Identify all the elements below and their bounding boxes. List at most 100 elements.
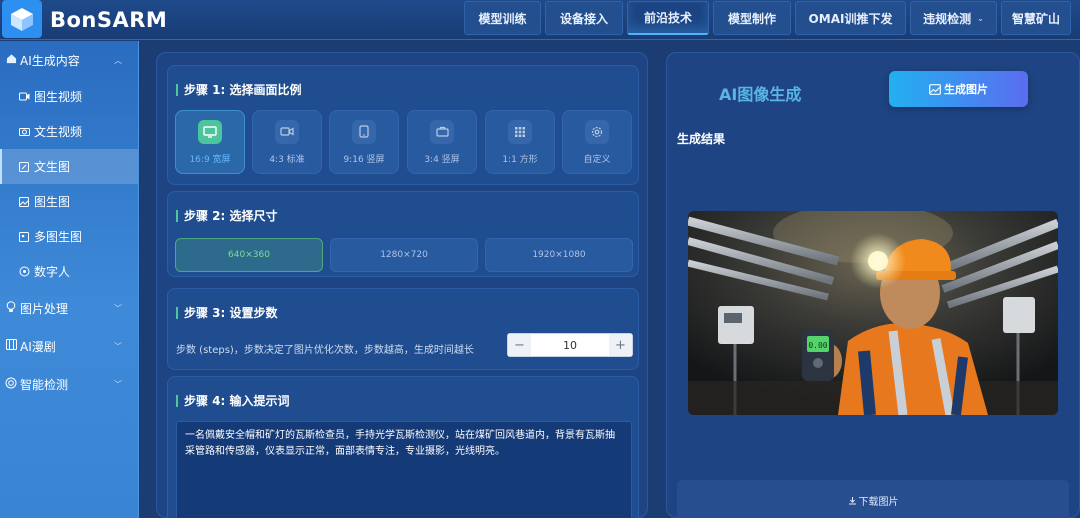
video-icon [18,92,30,102]
top-nav: 模型训练 设备接入 前沿技术 模型制作 OMAI训推下发 违规检测 ⌄ 智慧矿山 [464,1,1071,35]
settings-icon [585,119,609,144]
circle-play-icon [18,266,30,277]
generate-label: 生成图片 [944,83,988,96]
result-title: 生成结果 [677,132,726,146]
ratio-option-4-3[interactable]: 4:3 标准 [252,110,322,174]
ratio-label: 9:16 竖屏 [343,154,385,165]
sidebar-group-image-processing[interactable]: 图片处理 ﹀ [0,289,138,327]
chevron-down-icon: ﹀ [114,341,122,351]
sidebar-item-label: 文生图 [34,160,71,174]
sidebar-group-label: AI漫剧 [20,339,56,354]
bulb-icon [4,300,18,316]
ratio-label: 1:1 方形 [502,154,538,165]
nav-smart-mine[interactable]: 智慧矿山 [1001,1,1071,35]
download-icon [848,496,857,505]
logo-cube-icon [2,0,42,38]
ratio-label: 4:3 标准 [269,154,305,165]
ai-image-title: AI图像生成 [719,85,802,104]
steps-description: 步数 (steps)，步数决定了图片优化次数，步数越高，生成时间越长 [176,345,474,356]
ratio-option-9-16[interactable]: 9:16 竖屏 [329,110,399,174]
multi-image-icon [18,231,30,242]
nav-model-making[interactable]: 模型制作 [713,1,791,35]
step1-card: 步骤 1: 选择画面比例 16:9 宽屏 4:3 标准 9:16 竖屏 3:4 … [167,65,639,185]
nav-device-access[interactable]: 设备接入 [545,1,623,35]
nav-label: 模型制作 [727,11,776,26]
chevron-up-icon: ︿ [114,55,122,65]
top-bar: BonSARM 模型训练 设备接入 前沿技术 模型制作 OMAI训推下发 违规检… [0,0,1080,40]
sidebar-item-label: 图生视频 [34,90,83,104]
sidebar-item-image-to-image[interactable]: 图生图 [0,184,138,219]
result-panel: AI图像生成 生成图片 生成结果 0.00 下载图片 [666,52,1080,518]
step2-title: 步骤 2: 选择尺寸 [176,210,278,222]
generation-settings-panel: 步骤 1: 选择画面比例 16:9 宽屏 4:3 标准 9:16 竖屏 3:4 … [156,52,648,518]
camera-icon [18,127,30,137]
generated-image: 0.00 [688,211,1058,415]
nav-violation-detection[interactable]: 违规检测 ⌄ [910,1,997,35]
ratio-option-16-9[interactable]: 16:9 宽屏 [175,110,245,174]
image-icon [929,83,941,95]
target-icon [4,377,18,392]
nav-label: OMAI训推下发 [808,11,893,26]
chevron-down-icon: ﹀ [114,379,122,389]
step3-card: 步骤 3: 设置步数 步数 (steps)，步数决定了图片优化次数，步数越高，生… [167,288,639,370]
sidebar-item-text-to-image[interactable]: 文生图 [0,149,138,184]
download-image-button[interactable]: 下载图片 [677,480,1069,518]
image-icon [18,196,30,207]
ratio-label: 自定义 [583,154,611,165]
film-icon [4,339,18,353]
edit-image-icon [18,161,30,172]
step2-card: 步骤 2: 选择尺寸 640×360 1280×720 1920×1080 [167,191,639,277]
sidebar-item-label: 多图生图 [34,230,83,244]
ratio-option-custom[interactable]: 自定义 [562,110,632,174]
increment-button[interactable]: + [609,334,632,356]
nav-label: 模型训练 [478,11,527,26]
steps-value-input[interactable]: 10 [531,334,609,356]
sidebar-group-ai-comic[interactable]: AI漫剧 ﹀ [0,327,138,365]
decrement-button[interactable]: − [508,334,531,356]
chevron-down-icon: ﹀ [114,303,122,313]
sidebar-item-label: 图生图 [34,195,71,209]
brand-name: BonSARM [50,8,168,32]
sidebar-group-ai-content[interactable]: AI生成内容 ︿ [0,41,138,79]
sidebar-group-smart-detection[interactable]: 智能检测 ﹀ [0,365,138,403]
grid-icon [508,119,532,144]
sidebar-item-label: 数字人 [34,265,71,279]
step4-card: 步骤 4: 输入提示词 一名佩戴安全帽和矿灯的瓦斯检查员，手持光学瓦斯检测仪，站… [167,376,639,518]
sidebar: AI生成内容 ︿ 图生视频 文生视频 文生图 图生图 多图生图 数字人 图片处理… [0,41,139,518]
nav-frontier-tech[interactable]: 前沿技术 [627,1,709,35]
step4-title: 步骤 4: 输入提示词 [176,395,290,407]
nav-label: 智慧矿山 [1011,11,1060,26]
home-icon [4,53,18,67]
ratio-option-1-1[interactable]: 1:1 方形 [485,110,555,174]
sidebar-item-label: 文生视频 [34,125,83,139]
detector-readout: 0.00 [808,341,827,350]
briefcase-icon [430,119,454,144]
sidebar-item-digital-human[interactable]: 数字人 [0,254,138,289]
step1-title: 步骤 1: 选择画面比例 [176,84,302,96]
download-label: 下载图片 [858,496,899,508]
nav-label: 前沿技术 [643,11,692,25]
step3-title: 步骤 3: 设置步数 [176,307,278,319]
size-option-1280x720[interactable]: 1280×720 [330,238,478,272]
sidebar-group-label: 图片处理 [20,301,69,316]
nav-label: 违规检测 [923,11,972,26]
ratio-option-3-4[interactable]: 3:4 竖屏 [407,110,477,174]
sidebar-item-image-to-video[interactable]: 图生视频 [0,79,138,114]
ratio-label: 16:9 宽屏 [189,154,231,165]
phone-icon [352,119,376,144]
prompt-textarea[interactable]: 一名佩戴安全帽和矿灯的瓦斯检查员，手持光学瓦斯检测仪，站在煤矿回风巷道内，背景有… [176,421,632,518]
nav-omai-deploy[interactable]: OMAI训推下发 [795,1,906,35]
steps-stepper: − 10 + [507,333,633,357]
size-option-640x360[interactable]: 640×360 [175,238,323,272]
camera-video-icon [275,119,299,144]
generate-image-button[interactable]: 生成图片 [889,71,1028,107]
sidebar-group-label: AI生成内容 [20,53,80,68]
nav-label: 设备接入 [559,11,608,26]
monitor-icon [198,119,222,144]
chevron-down-icon: ⌄ [977,13,984,23]
sidebar-item-multi-image[interactable]: 多图生图 [0,219,138,254]
size-option-1920x1080[interactable]: 1920×1080 [485,238,633,272]
ratio-label: 3:4 竖屏 [424,154,460,165]
sidebar-item-text-to-video[interactable]: 文生视频 [0,114,138,149]
nav-model-training[interactable]: 模型训练 [464,1,541,35]
